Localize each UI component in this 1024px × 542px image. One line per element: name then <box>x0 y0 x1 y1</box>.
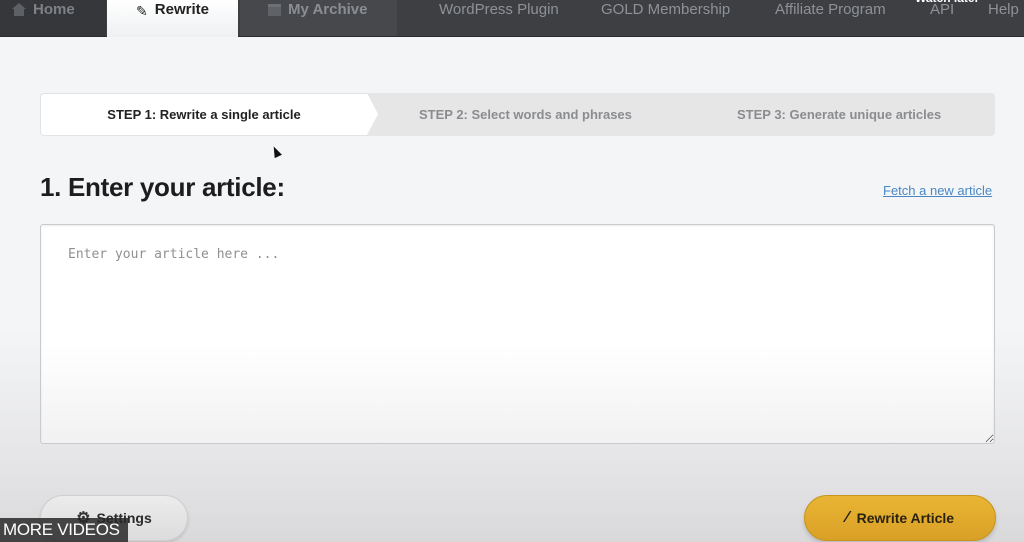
nav-tab-home[interactable]: Home <box>0 0 106 36</box>
nav-tab-my-archive[interactable]: My Archive <box>240 0 397 36</box>
archive-icon <box>268 4 281 16</box>
pencil-icon: ✎ <box>136 3 148 19</box>
nav-tab-rewrite-label: Rewrite <box>154 1 209 18</box>
nav-tab-home-label: Home <box>33 1 75 18</box>
step-1-label: STEP 1: Rewrite a single article <box>107 107 301 122</box>
step-1-arrow <box>367 93 378 135</box>
rewrite-article-button[interactable]: ⁄ Rewrite Article <box>804 495 996 541</box>
magic-wand-icon: ⁄ <box>845 509 849 526</box>
more-videos-overlay[interactable]: MORE VIDEOS <box>0 518 128 542</box>
nav-link-help[interactable]: Help <box>988 0 1019 22</box>
nav-tab-rewrite[interactable]: ✎ Rewrite <box>107 0 238 37</box>
step-1-active[interactable]: STEP 1: Rewrite a single article <box>40 93 368 136</box>
article-textarea[interactable] <box>40 224 995 444</box>
rewrite-article-button-label: Rewrite Article <box>856 510 955 526</box>
steps-progress-bar: STEP 1: Rewrite a single article STEP 2:… <box>40 93 995 136</box>
top-navigation: Home ✎ Rewrite My Archive WordPress Plug… <box>0 0 1024 37</box>
step-3[interactable]: STEP 3: Generate unique articles <box>737 93 941 136</box>
nav-link-affiliate-program[interactable]: Affiliate Program <box>775 0 886 22</box>
page-title: 1. Enter your article: <box>40 172 285 202</box>
fetch-new-article-link[interactable]: Fetch a new article <box>883 183 992 198</box>
watch-later-overlay[interactable]: Watch later <box>915 0 979 5</box>
home-icon <box>12 3 26 16</box>
nav-link-gold-membership[interactable]: GOLD Membership <box>601 0 730 22</box>
mouse-cursor-icon <box>270 144 282 159</box>
nav-link-wordpress-plugin[interactable]: WordPress Plugin <box>439 0 559 22</box>
step-2[interactable]: STEP 2: Select words and phrases <box>419 93 632 136</box>
nav-tab-my-archive-label: My Archive <box>288 1 368 18</box>
